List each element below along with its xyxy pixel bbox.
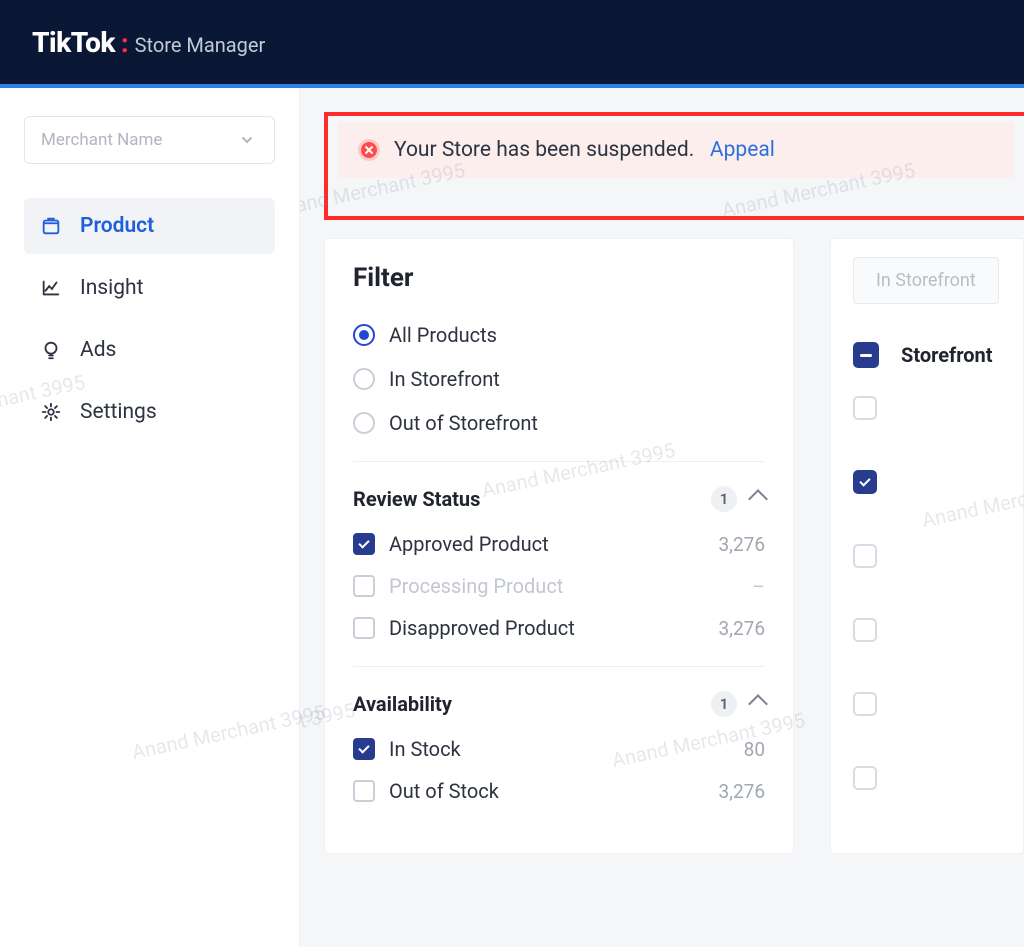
- sidebar-item-label: Insight: [80, 276, 143, 300]
- check-label: Out of Stock: [389, 779, 499, 803]
- review-processing: Processing Product –: [353, 574, 765, 598]
- products-panel: In Storefront Storefront: [830, 238, 1024, 854]
- chart-line-icon: [40, 277, 62, 299]
- sidebar-item-ads[interactable]: Ads: [24, 322, 275, 378]
- checkbox-icon: [353, 738, 375, 760]
- sidebar-nav: Product Insight Ads Settings: [24, 198, 275, 440]
- table-body: [853, 396, 1001, 790]
- top-bar: TikTok : Store Manager: [0, 0, 1024, 88]
- checkbox-icon: [353, 617, 375, 639]
- chevron-down-icon: [236, 129, 258, 151]
- main-content: Your Store has been suspended. Appeal Fi…: [300, 88, 1024, 947]
- alert-message: Your Store has been suspended.: [394, 138, 694, 162]
- check-label: In Stock: [389, 737, 461, 761]
- brand-colon: :: [121, 29, 129, 59]
- sidebar-item-label: Product: [80, 214, 154, 238]
- row-checkbox[interactable]: [853, 692, 877, 716]
- row-checkbox[interactable]: [853, 396, 877, 420]
- row-checkbox[interactable]: [853, 544, 877, 568]
- select-all-checkbox[interactable]: [853, 342, 879, 368]
- row-checkbox[interactable]: [853, 618, 877, 642]
- scope-option-out-storefront[interactable]: Out of Storefront: [353, 411, 765, 435]
- chevron-up-icon[interactable]: [748, 694, 768, 714]
- check-count: –: [753, 575, 765, 598]
- scope-option-label: In Storefront: [389, 367, 500, 391]
- filter-panel: Filter All Products In Storefront Out of…: [324, 238, 794, 854]
- review-status-list: Approved Product 3,276 Processing Produc…: [353, 532, 765, 640]
- bulb-icon: [40, 339, 62, 361]
- check-count: 3,276: [719, 780, 765, 803]
- count-badge: 1: [711, 486, 737, 512]
- divider: [353, 461, 765, 462]
- filter-title: Filter: [353, 263, 765, 293]
- row-checkbox[interactable]: [853, 470, 877, 494]
- chevron-up-icon[interactable]: [748, 489, 768, 509]
- check-label: Approved Product: [389, 532, 549, 556]
- checkbox-icon: [353, 533, 375, 555]
- alert-highlight-box: Your Store has been suspended. Appeal: [324, 112, 1024, 220]
- scope-option-in-storefront[interactable]: In Storefront: [353, 367, 765, 391]
- checkbox-icon: [353, 575, 375, 597]
- gear-icon: [40, 401, 62, 423]
- scope-option-label: Out of Storefront: [389, 411, 538, 435]
- check-count: 80: [744, 738, 765, 761]
- row-checkbox[interactable]: [853, 766, 877, 790]
- divider: [353, 666, 765, 667]
- sidebar-item-settings[interactable]: Settings: [24, 384, 275, 440]
- review-disapproved[interactable]: Disapproved Product 3,276: [353, 616, 765, 640]
- review-status-header[interactable]: Review Status 1: [353, 486, 765, 512]
- store-suspended-alert: Your Store has been suspended. Appeal: [338, 122, 1014, 178]
- sidebar-item-product[interactable]: Product: [24, 198, 275, 254]
- sidebar-item-label: Settings: [80, 400, 157, 424]
- in-storefront-button[interactable]: In Storefront: [853, 257, 999, 304]
- merchant-select[interactable]: Merchant Name: [24, 116, 275, 164]
- package-icon: [40, 215, 62, 237]
- review-approved[interactable]: Approved Product 3,276: [353, 532, 765, 556]
- checkbox-icon: [353, 780, 375, 802]
- count-badge: 1: [711, 691, 737, 717]
- table-header: Storefront: [853, 342, 1001, 368]
- availability-list: In Stock 80 Out of Stock 3,276: [353, 737, 765, 803]
- brand: TikTok : Store Manager: [32, 26, 265, 59]
- check-label: Disapproved Product: [389, 616, 575, 640]
- check-count: 3,276: [719, 533, 765, 556]
- sidebar-item-insight[interactable]: Insight: [24, 260, 275, 316]
- section-label: Availability: [353, 692, 452, 716]
- brand-logo: TikTok: [32, 26, 115, 59]
- column-storefront: Storefront: [901, 343, 993, 367]
- section-label: Review Status: [353, 487, 480, 511]
- brand-subtitle: Store Manager: [135, 33, 266, 57]
- radio-icon: [353, 368, 375, 390]
- availability-header[interactable]: Availability 1: [353, 691, 765, 717]
- radio-icon: [353, 412, 375, 434]
- sidebar: Merchant Name Product Insight: [0, 88, 300, 947]
- check-count: 3,276: [719, 617, 765, 640]
- scope-radio-group: All Products In Storefront Out of Storef…: [353, 323, 765, 435]
- availability-in-stock[interactable]: In Stock 80: [353, 737, 765, 761]
- error-icon: [358, 139, 380, 161]
- appeal-link[interactable]: Appeal: [710, 138, 775, 162]
- availability-out-stock[interactable]: Out of Stock 3,276: [353, 779, 765, 803]
- merchant-select-placeholder: Merchant Name: [41, 130, 162, 150]
- radio-icon: [353, 324, 375, 346]
- check-label: Processing Product: [389, 574, 563, 598]
- scope-option-label: All Products: [389, 323, 497, 347]
- sidebar-item-label: Ads: [80, 338, 116, 362]
- scope-option-all[interactable]: All Products: [353, 323, 765, 347]
